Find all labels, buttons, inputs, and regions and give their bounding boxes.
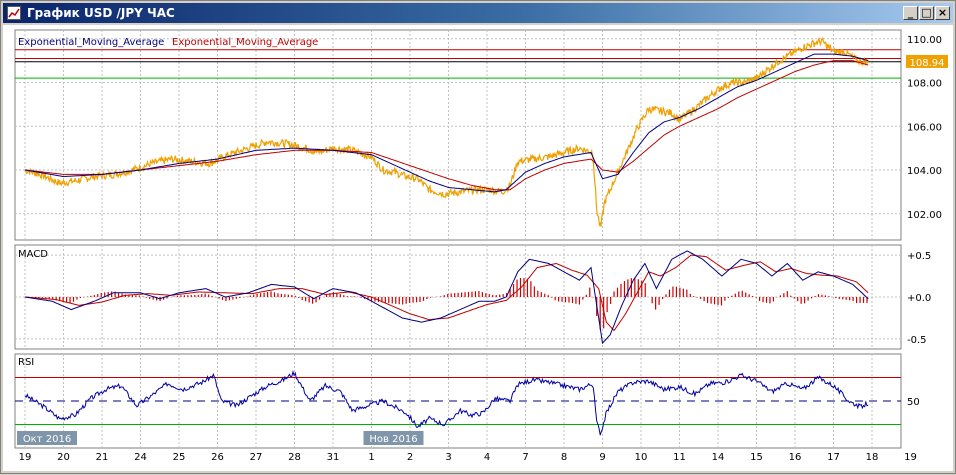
day-label: 20 [57,452,70,463]
day-label: 14 [712,452,725,463]
current-price-label: 108.94 [910,58,945,69]
time-axis: 19 20 21 24 25 26 27 28 31 1 2 3 4 7 8 9 10 11 14 15 16 17 18 1… [19,452,917,463]
day-label: 31 [327,452,340,463]
day-label: 11 [673,452,686,463]
day-label: 2 [407,452,413,463]
price-tick-label: 104.00 [907,166,942,177]
month-tag-label: Окт 2016 [23,434,71,445]
day-label: 19 [19,452,32,463]
rsi-label: RSI [18,357,34,368]
legend-ema-slow: Exponential_Moving_Average [172,37,318,48]
close-icon: × [937,6,948,19]
day-label: 21 [96,452,109,463]
window-title: График USD /JPY ЧАС [27,6,175,20]
day-label: 3 [445,452,451,463]
day-label: 19 [904,452,917,463]
price-tick-label: 110.00 [907,35,942,46]
day-label: 27 [250,452,263,463]
macd-tick-label: -0.5 [907,335,927,346]
maximize-button[interactable]: □ [919,6,934,20]
macd-panel[interactable]: MACD +0.5 +0.0 -0.5 [14,244,931,350]
title-bar[interactable]: График USD /JPY ЧАС _ □ × [3,3,953,23]
chart-canvas[interactable]: Exponential_Moving_Average Exponential_M… [3,25,953,471]
rsi-axis-tick: 50 [907,397,920,408]
price-panel[interactable]: Exponential_Moving_Average Exponential_M… [14,29,948,241]
macd-tick-label: +0.5 [907,251,931,262]
day-label: 8 [561,452,567,463]
price-tick-label: 102.00 [907,210,942,221]
day-label: 16 [789,452,802,463]
day-label: 9 [599,452,605,463]
day-label: 7 [522,452,528,463]
day-label: 4 [484,452,490,463]
macd-tick-label: +0.0 [907,293,931,304]
month-tag-label: Нов 2016 [369,434,417,445]
chart-area[interactable]: Exponential_Moving_Average Exponential_M… [3,25,953,471]
rsi-panel[interactable]: RSI 50 Окт 2016 Нов 2016 [14,353,920,449]
minimize-button[interactable]: _ [903,6,918,20]
minimize-icon: _ [907,6,914,19]
day-label: 1 [368,452,374,463]
chart-window: График USD /JPY ЧАС _ □ × Exponential_Mo… [0,0,956,474]
close-button[interactable]: × [935,6,950,20]
day-label: 18 [866,452,879,463]
price-tick-label: 106.00 [907,122,942,133]
legend-ema-fast: Exponential_Moving_Average [18,37,164,48]
day-label: 10 [635,452,648,463]
day-label: 15 [750,452,763,463]
day-label: 28 [288,452,301,463]
chart-window-icon [7,6,21,20]
macd-label: MACD [18,249,48,260]
day-label: 24 [134,452,147,463]
macd-axis-ticks: +0.5 +0.0 -0.5 [907,251,931,346]
day-label: 17 [827,452,840,463]
price-tick-label: 108.00 [907,79,942,90]
day-label: 25 [173,452,186,463]
day-label: 26 [211,452,224,463]
maximize-icon: □ [921,6,932,19]
